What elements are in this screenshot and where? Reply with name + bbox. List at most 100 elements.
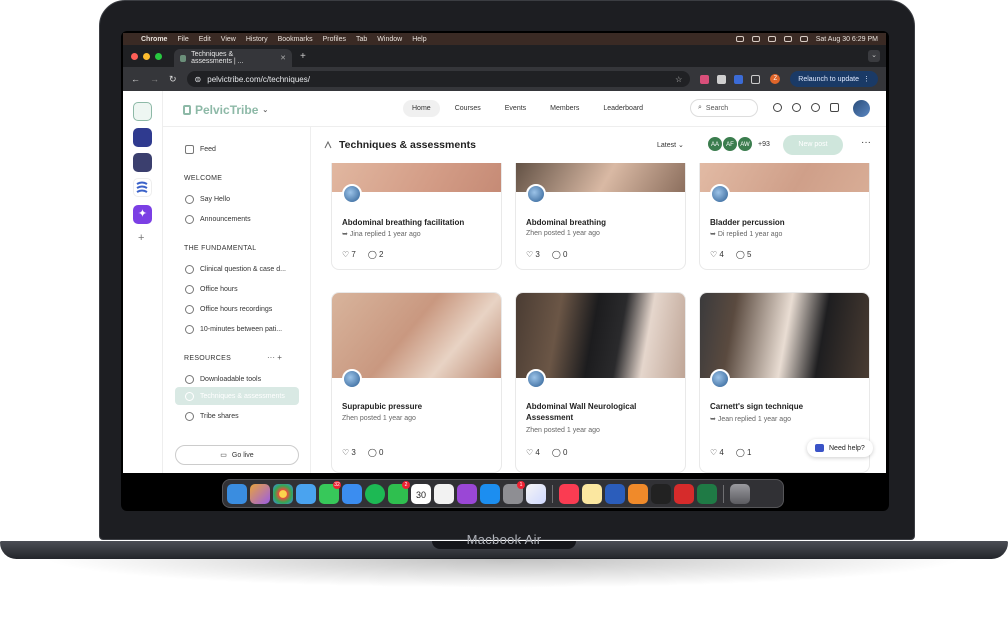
terminal-icon[interactable] xyxy=(651,483,671,504)
user-avatar[interactable] xyxy=(853,100,870,117)
author-avatar[interactable] xyxy=(710,369,730,389)
mail-icon[interactable] xyxy=(342,483,362,504)
more-members-count[interactable]: +93 xyxy=(758,141,770,148)
member-avatar[interactable]: AF xyxy=(722,136,738,152)
community-switch-wave[interactable] xyxy=(133,178,152,197)
launchpad-icon[interactable] xyxy=(250,483,270,504)
sidebar-item-office-hours-recordings[interactable]: Office hours recordings xyxy=(185,305,272,314)
menu-bookmarks[interactable]: Bookmarks xyxy=(278,36,313,43)
sidebar-item-10-minutes[interactable]: 10-minutes between pati... xyxy=(185,325,282,334)
status-icon[interactable] xyxy=(735,36,744,42)
new-post-button[interactable]: New post xyxy=(783,135,843,155)
messages-icon[interactable] xyxy=(792,103,801,112)
close-window-button[interactable] xyxy=(131,52,138,60)
spotify-icon[interactable] xyxy=(365,483,385,504)
sidebar-item-techniques[interactable]: Techniques & assessments xyxy=(185,392,285,401)
word-icon[interactable] xyxy=(605,483,625,504)
wifi-icon[interactable] xyxy=(799,36,808,42)
bookmarks-icon[interactable] xyxy=(830,103,839,112)
menu-profiles[interactable]: Profiles xyxy=(323,36,346,43)
bookmark-star-icon[interactable]: ☆ xyxy=(675,75,682,84)
music-icon[interactable] xyxy=(559,483,579,504)
like-button[interactable]: ♡ 7 xyxy=(342,250,356,259)
author-avatar[interactable] xyxy=(526,369,546,389)
nav-home[interactable]: Home xyxy=(403,100,440,117)
community-switch-c2[interactable] xyxy=(133,153,152,172)
finder-icon[interactable] xyxy=(227,483,247,504)
member-avatar[interactable]: AA xyxy=(707,136,723,152)
sidebar-item-say-hello[interactable]: Say Hello xyxy=(185,195,230,204)
comment-button[interactable]: ◯ 0 xyxy=(552,250,568,259)
battery-icon[interactable] xyxy=(783,36,792,42)
member-avatar[interactable]: AW xyxy=(737,136,753,152)
post-card[interactable]: Bladder percussion ➥ Di replied 1 year a… xyxy=(699,149,870,270)
section-actions[interactable]: ··· + xyxy=(267,353,282,362)
like-button[interactable]: ♡ 3 xyxy=(526,250,540,259)
sidebar-item-feed[interactable]: Feed xyxy=(185,145,216,154)
brand-logo[interactable]: PelvicTribe ⌄ xyxy=(183,103,268,117)
trash-icon[interactable] xyxy=(730,483,750,504)
post-title[interactable]: Suprapubic pressure xyxy=(342,401,492,412)
menu-view[interactable]: View xyxy=(221,36,236,43)
menu-window[interactable]: Window xyxy=(377,36,402,43)
sidebar-section-fundamental[interactable]: THE FUNDAMENTAL xyxy=(184,245,256,252)
reminders-icon[interactable] xyxy=(434,483,454,504)
post-title[interactable]: Bladder percussion xyxy=(710,217,860,228)
post-card[interactable]: Abdominal breathing Zhen posted 1 year a… xyxy=(515,149,686,270)
settings-icon[interactable]: 1 xyxy=(503,480,525,504)
excel-icon[interactable] xyxy=(697,483,717,504)
like-button[interactable]: ♡ 3 xyxy=(342,448,356,457)
sidebar-item-announcements[interactable]: Announcements xyxy=(185,215,251,224)
community-switch-pelvictribe[interactable] xyxy=(133,102,152,121)
chat-icon[interactable] xyxy=(811,103,820,112)
search-input[interactable]: ⌕ Search xyxy=(690,99,758,117)
calendar-icon[interactable]: 30 xyxy=(411,483,431,504)
menu-tab[interactable]: Tab xyxy=(356,36,367,43)
status-icon[interactable] xyxy=(767,36,776,42)
reload-icon[interactable]: ↻ xyxy=(169,74,177,85)
app-store-icon[interactable] xyxy=(480,483,500,504)
need-help-button[interactable]: Need help? xyxy=(807,439,873,457)
post-title[interactable]: Abdominal breathing xyxy=(526,217,676,228)
nav-events[interactable]: Events xyxy=(496,100,535,117)
sidebar-item-downloadable-tools[interactable]: Downloadable tools xyxy=(185,375,261,384)
acrobat-icon[interactable] xyxy=(674,483,694,504)
post-card[interactable]: Abdominal breathing facilitation ➥ Jina … xyxy=(331,149,502,270)
menubar-clock[interactable]: Sat Aug 30 6:29 PM xyxy=(816,36,878,43)
freeform-icon[interactable] xyxy=(526,483,546,504)
menu-history[interactable]: History xyxy=(246,36,268,43)
post-title[interactable]: Carnett's sign technique xyxy=(710,401,860,412)
author-avatar[interactable] xyxy=(710,184,730,204)
minimize-window-button[interactable] xyxy=(143,52,150,60)
post-title[interactable]: Abdominal breathing facilitation xyxy=(342,217,492,228)
site-info-icon[interactable]: ⊜ xyxy=(195,75,202,84)
nav-leaderboard[interactable]: Leaderboard xyxy=(594,100,652,117)
browser-tab[interactable]: Techniques & assessments | ... ✕ xyxy=(174,49,292,67)
safari-icon[interactable] xyxy=(296,483,316,504)
like-button[interactable]: ♡ 4 xyxy=(710,448,724,457)
menu-help[interactable]: Help xyxy=(412,36,426,43)
chrome-icon[interactable] xyxy=(273,483,293,504)
sidebar-section-welcome[interactable]: WELCOME xyxy=(184,175,222,182)
extension-icon[interactable] xyxy=(700,74,710,84)
author-avatar[interactable] xyxy=(526,184,546,204)
sidebar-section-resources[interactable]: RESOURCES xyxy=(184,355,231,362)
go-live-button[interactable]: ▭ Go live xyxy=(175,445,299,465)
extensions-puzzle-icon[interactable] xyxy=(751,74,761,84)
community-switch-plus[interactable]: ✦ xyxy=(133,205,152,224)
books-icon[interactable] xyxy=(628,483,648,504)
comment-button[interactable]: ◯ 2 xyxy=(368,250,384,259)
extension-icon[interactable] xyxy=(734,74,744,84)
tab-search-icon[interactable]: ⌄ xyxy=(868,50,880,62)
relaunch-button[interactable]: Relaunch to update ⋮ xyxy=(790,71,878,87)
post-card[interactable]: Abdominal Wall Neurological Assessment Z… xyxy=(515,292,686,473)
sort-dropdown[interactable]: Latest ⌄ xyxy=(657,141,684,149)
comment-button[interactable]: ◯ 1 xyxy=(736,448,752,457)
notifications-icon[interactable] xyxy=(773,103,782,112)
new-tab-button[interactable]: + xyxy=(300,51,306,62)
author-avatar[interactable] xyxy=(342,369,362,389)
comment-button[interactable]: ◯ 0 xyxy=(368,448,384,457)
forward-icon[interactable]: → xyxy=(150,74,159,84)
profile-avatar[interactable]: Z xyxy=(770,74,781,84)
like-button[interactable]: ♡ 4 xyxy=(526,448,540,457)
